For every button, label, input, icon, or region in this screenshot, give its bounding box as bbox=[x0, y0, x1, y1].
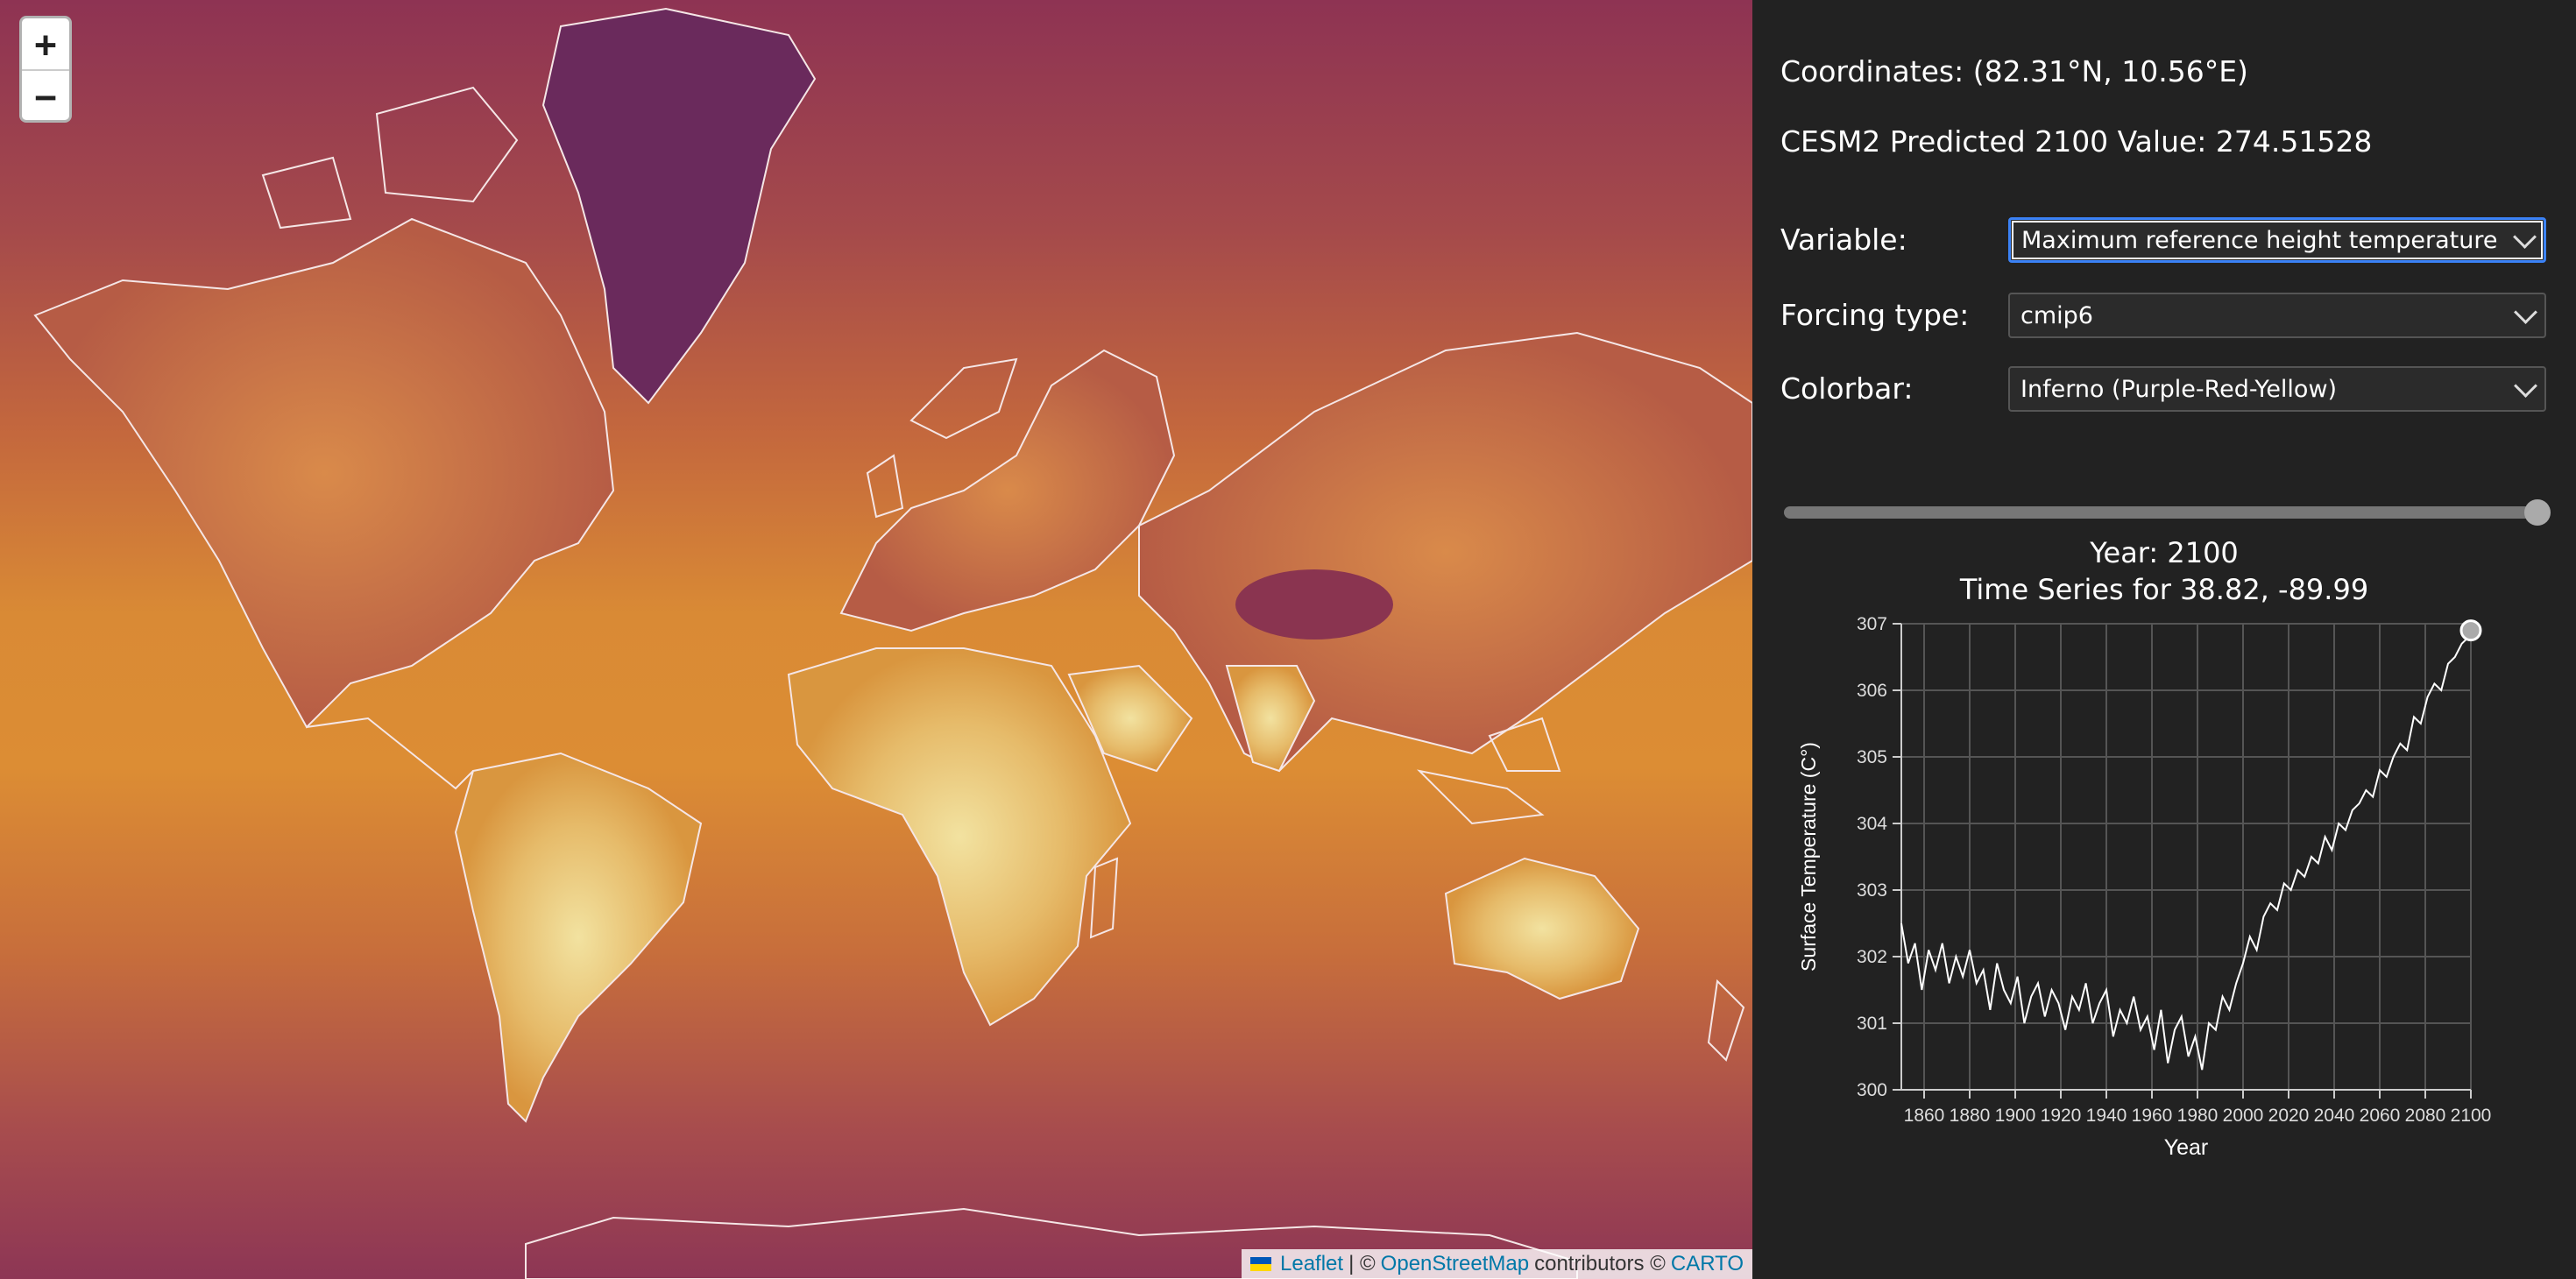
zoom-out-button[interactable]: − bbox=[22, 69, 69, 120]
x-tick-label: 1960 bbox=[2132, 1106, 2173, 1126]
x-tick-label: 1980 bbox=[2177, 1106, 2219, 1126]
y-tick-label: 302 bbox=[1857, 947, 1887, 967]
y-tick-label: 300 bbox=[1857, 1080, 1887, 1100]
europe bbox=[839, 349, 1176, 632]
central-america bbox=[306, 717, 474, 790]
leaflet-link[interactable]: Leaflet bbox=[1280, 1252, 1343, 1276]
x-tick-label: 2100 bbox=[2451, 1106, 2492, 1126]
attribution-separator: | © bbox=[1348, 1252, 1376, 1275]
y-tick-label: 304 bbox=[1857, 814, 1887, 834]
y-tick-label: 305 bbox=[1857, 747, 1887, 767]
variable-label: Variable: bbox=[1780, 223, 1907, 257]
time-series-title: Time Series for 38.82, -89.99 bbox=[1959, 573, 2369, 606]
map-landmasses bbox=[33, 7, 1752, 1279]
map-attribution: Leaflet | © OpenStreetMap contributors ©… bbox=[1242, 1249, 1752, 1279]
x-tick-label: 2060 bbox=[2360, 1106, 2401, 1126]
y-tick-label: 306 bbox=[1857, 681, 1887, 701]
year-slider[interactable] bbox=[1784, 499, 2551, 526]
y-axis-label: Surface Temperature (C°) bbox=[1797, 742, 1820, 972]
forcing-select[interactable]: cmip6 bbox=[2008, 293, 2546, 338]
ukraine-flag-icon bbox=[1250, 1257, 1272, 1271]
x-tick-label: 1940 bbox=[2086, 1106, 2127, 1126]
x-tick-label: 2080 bbox=[2405, 1106, 2446, 1126]
predicted-value-text: CESM2 Predicted 2100 Value: 274.51528 bbox=[1780, 124, 2373, 159]
carto-link[interactable]: CARTO bbox=[1671, 1252, 1744, 1276]
variable-select[interactable]: Maximum reference height temperature bbox=[2008, 217, 2546, 263]
year-text: Year: 2100 bbox=[2090, 536, 2239, 569]
chevron-down-icon bbox=[2514, 300, 2537, 324]
coordinates-text: Coordinates: (82.31°N, 10.56°E) bbox=[1780, 54, 2248, 88]
x-tick-label: 1860 bbox=[1904, 1106, 1945, 1126]
year-slider-thumb[interactable] bbox=[2524, 499, 2551, 526]
australia bbox=[1444, 857, 1640, 1000]
x-tick-label: 1900 bbox=[1995, 1106, 2036, 1126]
greenland bbox=[541, 7, 817, 405]
africa bbox=[787, 647, 1132, 1027]
south-america bbox=[454, 752, 703, 1123]
series-line bbox=[1900, 630, 2472, 1071]
time-series-chart: 1860 1880 1900 1920 1940 1960 1980 2000 2020 2040… bbox=[1797, 614, 2492, 1160]
highlight-point bbox=[2459, 619, 2482, 642]
x-tick-label: 1920 bbox=[2041, 1106, 2082, 1126]
x-tick-label: 2040 bbox=[2314, 1106, 2355, 1126]
forcing-select-value: cmip6 bbox=[2020, 301, 2093, 329]
osm-link[interactable]: OpenStreetMap bbox=[1381, 1252, 1529, 1276]
north-america bbox=[33, 217, 615, 729]
map[interactable]: + − Leaflet | © OpenStreetMap contributo… bbox=[0, 0, 1752, 1279]
y-tick-label: 301 bbox=[1857, 1014, 1887, 1034]
zoom-control: + − bbox=[19, 16, 72, 123]
attribution-contributors: contributors © bbox=[1534, 1252, 1666, 1275]
asia bbox=[1138, 331, 1752, 773]
x-axis-label: Year bbox=[2164, 1135, 2209, 1160]
x-tick-label: 2000 bbox=[2223, 1106, 2264, 1126]
zoom-in-button[interactable]: + bbox=[22, 18, 69, 69]
chevron-down-icon bbox=[2514, 373, 2537, 398]
x-tick-label: 2020 bbox=[2268, 1106, 2310, 1126]
colorbar-select-value: Inferno (Purple-Red-Yellow) bbox=[2020, 375, 2338, 403]
y-tick-label: 307 bbox=[1857, 614, 1887, 634]
chevron-down-icon bbox=[2513, 224, 2537, 249]
y-tick-label: 303 bbox=[1857, 880, 1887, 901]
x-tick-label: 1880 bbox=[1950, 1106, 1991, 1126]
colorbar-select[interactable]: Inferno (Purple-Red-Yellow) bbox=[2008, 366, 2546, 412]
colorbar-label: Colorbar: bbox=[1780, 371, 1914, 406]
forcing-label: Forcing type: bbox=[1780, 298, 1970, 332]
variable-select-value: Maximum reference height temperature bbox=[2021, 226, 2498, 254]
